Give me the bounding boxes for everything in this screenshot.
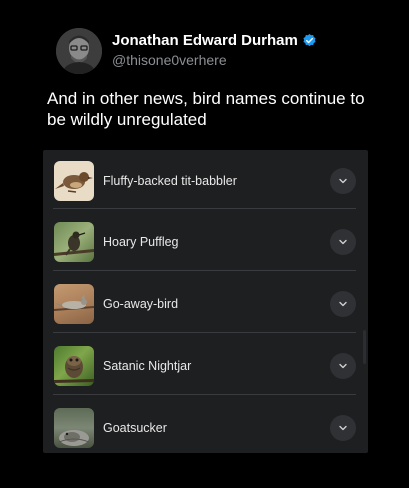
- embedded-bird-list: Fluffy-backed tit-babbler Hoary Puffleg: [43, 150, 368, 453]
- list-item[interactable]: Hoary Puffleg: [43, 211, 368, 273]
- item-label: Satanic Nightjar: [103, 359, 192, 373]
- item-label: Fluffy-backed tit-babbler: [103, 174, 237, 188]
- bird-photo-thumbnail: [54, 284, 94, 324]
- item-label: Go-away-bird: [103, 297, 179, 311]
- list-item[interactable]: Fluffy-backed tit-babbler: [43, 150, 368, 212]
- chevron-down-icon[interactable]: [330, 415, 356, 441]
- chevron-down-icon[interactable]: [330, 353, 356, 379]
- bird-photo-thumbnail: [54, 222, 94, 262]
- name-row: Jonathan Edward Durham: [112, 32, 317, 49]
- bird-photo-thumbnail: [54, 408, 94, 448]
- list-item[interactable]: Goatsucker: [43, 397, 368, 453]
- list-item[interactable]: Satanic Nightjar: [43, 335, 368, 397]
- scrollbar[interactable]: [363, 330, 366, 364]
- bird-photo-thumbnail: [54, 346, 94, 386]
- divider: [53, 394, 356, 395]
- tweet-text: And in other news, bird names continue t…: [47, 89, 365, 129]
- list-item[interactable]: Go-away-bird: [43, 273, 368, 335]
- bird-illustration-thumbnail: [54, 161, 94, 201]
- display-name[interactable]: Jonathan Edward Durham: [112, 32, 298, 49]
- item-label: Goatsucker: [103, 421, 167, 435]
- chevron-down-icon[interactable]: [330, 168, 356, 194]
- chevron-down-icon[interactable]: [330, 229, 356, 255]
- verified-badge-icon: [302, 33, 317, 48]
- user-handle[interactable]: @thisone0verhere: [112, 52, 317, 68]
- avatar-portrait-icon: [56, 28, 102, 74]
- divider: [53, 270, 356, 271]
- user-meta: Jonathan Edward Durham @thisone0verhere: [112, 32, 317, 68]
- avatar[interactable]: [56, 28, 102, 74]
- chevron-down-icon[interactable]: [330, 291, 356, 317]
- divider: [53, 208, 356, 209]
- tweet-screenshot: Jonathan Edward Durham @thisone0verhere …: [0, 0, 409, 488]
- tweet-header: Jonathan Edward Durham @thisone0verhere: [56, 28, 317, 74]
- item-label: Hoary Puffleg: [103, 235, 179, 249]
- divider: [53, 332, 356, 333]
